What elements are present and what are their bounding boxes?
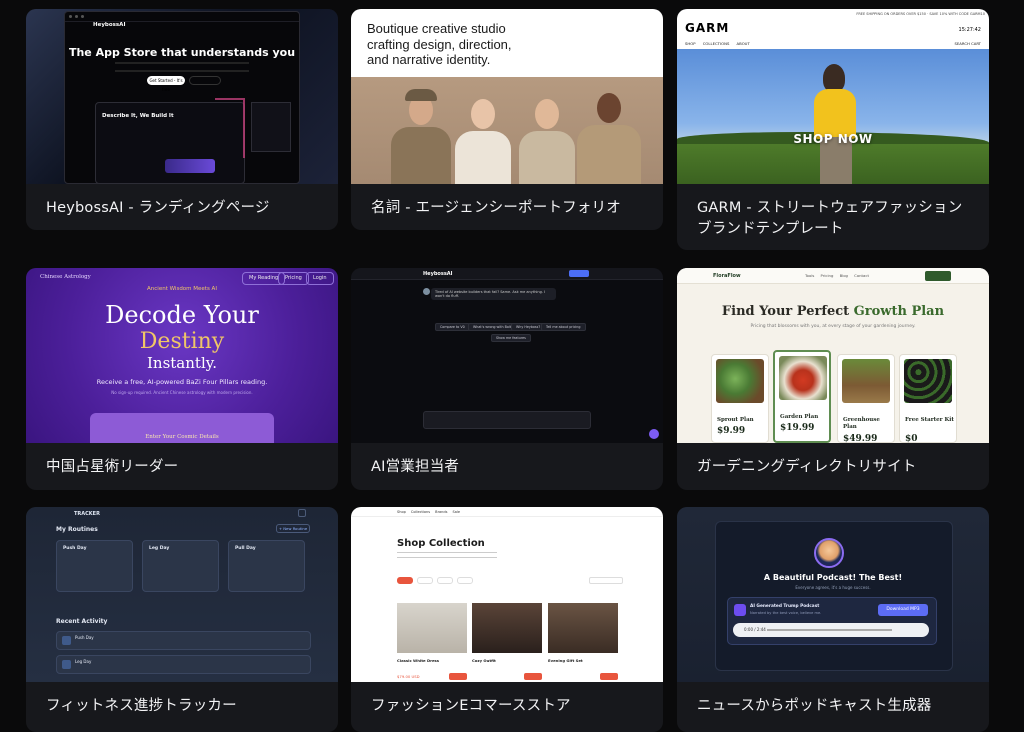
project-thumbnail: Boutique creative studio crafting design… [351,9,663,184]
card-title: AI営業担当者 [371,459,460,475]
plan-card: Free Starter Kit $0 [899,354,957,443]
card-title: フィットネス進捗トラッカー [46,698,237,714]
chat-input [423,411,591,429]
product-image [472,603,542,653]
thumb-headline: The App Store that understands you [68,46,296,59]
download-button: Download MP3 [878,604,928,616]
project-thumbnail: HeybossAI Tired of AI website builders t… [351,268,663,443]
project-card-gardening[interactable]: FloraFlow Tools Pricing Blog Contact Fin… [677,268,989,490]
card-title: ファッションEコマースストア [371,698,571,714]
project-card-fashion-shop[interactable]: Shop Collections Brands Sale Shop Collec… [351,507,663,732]
card-title: 中国占星術リーダー [46,459,179,475]
shop-now-cta: SHOP NOW [793,132,873,146]
product-image [548,603,618,653]
activity-row: Push Day [56,631,311,650]
project-thumbnail: FloraFlow Tools Pricing Blog Contact Fin… [677,268,989,443]
project-thumbnail: TRACKER My Routines + New Routine Push D… [26,507,338,682]
project-thumbnail: Shop Collections Brands Sale Shop Collec… [351,507,663,682]
microphone-icon [734,604,746,616]
card-title: 名詞 - エージェンシーポートフォリオ [371,200,621,216]
project-thumbnail: A Beautiful Podcast! The Best! Everyone … [677,507,989,682]
project-card-heyboss[interactable]: HeybossAI The App Store that understands… [26,9,338,230]
thumb-logo: FloraFlow [713,273,741,279]
thumb-headline: Boutique creative studio crafting design… [367,21,512,67]
card-title: HeybossAI - ランディングページ [46,200,270,216]
card-title: GARM - ストリートウェアファッションブランドテンプレート [697,200,963,237]
thumb-clock: 15:27:42 [958,27,981,33]
routine-card: Push Day [56,540,133,592]
chat-bot-icon [649,429,659,439]
project-thumbnail: HeybossAI The App Store that understands… [26,9,338,184]
plan-card: Greenhouse Plan $49.99 [837,354,895,443]
routine-card: Leg Day [142,540,219,592]
thumb-cta: Get Started - It's free [147,76,185,92]
thumb-brand: GARM [685,21,730,35]
chat-message: Tired of AI website builders that fail? … [431,288,556,300]
team-photo [351,77,663,184]
thumb-tagline: Ancient Wisdom Meets AI [147,286,217,292]
avatar [423,288,430,295]
card-title: ガーデニングディレクトリサイト [697,459,917,475]
thumb-headline: A Beautiful Podcast! The Best! [763,573,903,582]
project-card-ai-sales[interactable]: HeybossAI Tired of AI website builders t… [351,268,663,490]
browser-window: HeybossAI The App Store that understands… [64,11,300,184]
routine-card: Pull Day [228,540,305,592]
project-thumbnail: FREE SHIPPING ON ORDERS OVER $150 · SAVE… [677,9,989,184]
host-avatar [814,538,844,568]
project-card-astrology[interactable]: Chinese Astrology My Reading Pricing Log… [26,268,338,490]
card-title: ニュースからポッドキャスト生成器 [697,698,932,714]
thumb-logo: HeybossAI [93,22,126,28]
thumb-headline: Find Your Perfect Growth Plan [721,304,945,319]
project-card-agency-portfolio[interactable]: Boutique creative studio crafting design… [351,9,663,230]
thumb-section-title: Describe It, We Build It [102,113,174,119]
thumb-headline: Shop Collection [397,538,485,549]
product-image [397,603,467,653]
project-card-fitness[interactable]: TRACKER My Routines + New Routine Push D… [26,507,338,732]
project-thumbnail: Chinese Astrology My Reading Pricing Log… [26,268,338,443]
project-card-podcast[interactable]: A Beautiful Podcast! The Best! Everyone … [677,507,989,732]
plan-card: Sprout Plan $9.99 [711,354,769,443]
project-card-garm[interactable]: FREE SHIPPING ON ORDERS OVER $150 · SAVE… [677,9,989,250]
activity-row: Leg Day [56,655,311,674]
plan-card: Garden Plan $19.99 [773,350,831,443]
